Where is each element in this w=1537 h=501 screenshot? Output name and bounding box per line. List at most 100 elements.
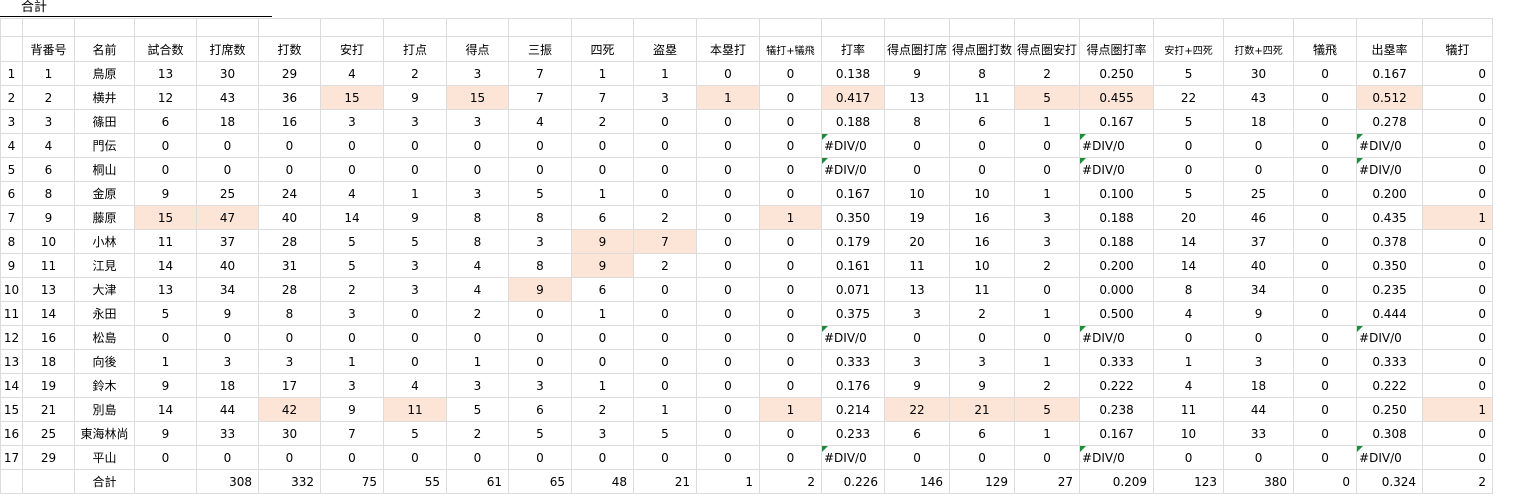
table-cell[interactable]: 2 <box>446 421 509 446</box>
table-cell[interactable]: 0 <box>1014 157 1081 182</box>
table-cell[interactable]: 小林 <box>74 229 135 254</box>
table-cell[interactable]: 8 <box>258 301 321 326</box>
table-cell[interactable]: 5 <box>508 181 572 206</box>
table-cell[interactable]: 3 <box>633 85 697 110</box>
table-cell[interactable]: 2 <box>633 253 697 278</box>
table-cell[interactable]: 7 <box>633 229 697 254</box>
table-cell[interactable]: 5 <box>320 229 384 254</box>
table-cell[interactable]: 9 <box>508 277 572 302</box>
table-cell[interactable]: 0 <box>633 373 697 398</box>
sheet-cell[interactable] <box>134 18 197 37</box>
table-cell[interactable]: 0.161 <box>821 253 885 278</box>
table-cell[interactable]: 0 <box>1422 421 1494 446</box>
table-cell[interactable]: 8 <box>508 205 572 230</box>
table-cell[interactable]: 4 <box>22 133 75 158</box>
row-number[interactable]: 6 <box>0 181 23 206</box>
table-cell[interactable]: 18 <box>196 373 259 398</box>
table-cell[interactable]: 8 <box>1153 277 1225 302</box>
total-cell[interactable]: 332 <box>258 469 321 494</box>
sheet-cell[interactable] <box>0 18 23 37</box>
table-cell[interactable]: 0.308 <box>1356 421 1424 446</box>
table-cell[interactable]: 0 <box>759 445 822 470</box>
table-cell[interactable]: #DIV/0 <box>1079 445 1155 470</box>
column-header[interactable]: 盗塁 <box>633 36 697 62</box>
table-cell[interactable]: 0 <box>759 109 822 134</box>
row-number[interactable]: 10 <box>0 277 23 302</box>
table-cell[interactable]: 大津 <box>74 277 135 302</box>
table-cell[interactable]: 5 <box>1153 61 1225 86</box>
table-cell[interactable]: 5 <box>320 253 384 278</box>
table-cell[interactable]: 0.238 <box>1079 397 1155 422</box>
table-cell[interactable]: 5 <box>1153 109 1225 134</box>
total-cell[interactable]: 1 <box>696 469 760 494</box>
table-cell[interactable]: #DIV/0 <box>1079 133 1155 158</box>
total-label[interactable]: 合計 <box>74 469 135 494</box>
table-cell[interactable]: 0 <box>883 445 951 470</box>
table-cell[interactable]: 40 <box>258 205 321 230</box>
table-cell[interactable]: 0 <box>571 157 634 182</box>
row-number[interactable]: 14 <box>0 373 23 398</box>
table-cell[interactable]: 0 <box>1293 349 1358 374</box>
table-cell[interactable]: 3 <box>320 373 384 398</box>
table-cell[interactable]: 0 <box>1293 253 1358 278</box>
table-cell[interactable]: 9 <box>134 181 197 206</box>
table-cell[interactable]: 1 <box>1014 109 1081 134</box>
column-header[interactable]: 三振 <box>508 36 572 62</box>
column-header[interactable]: 安打+四死 <box>1153 36 1225 62</box>
table-cell[interactable]: 1 <box>383 181 447 206</box>
table-cell[interactable]: 43 <box>196 85 259 110</box>
table-cell[interactable]: 3 <box>383 109 447 134</box>
sheet-cell[interactable] <box>821 18 885 37</box>
table-cell[interactable]: 20 <box>883 229 951 254</box>
table-cell[interactable]: 0 <box>696 205 760 230</box>
table-cell[interactable]: 9 <box>134 421 197 446</box>
table-cell[interactable]: 5 <box>383 421 447 446</box>
table-cell[interactable]: 0 <box>1293 421 1358 446</box>
table-cell[interactable]: 16 <box>949 205 1016 230</box>
table-cell[interactable]: 4 <box>508 109 572 134</box>
table-cell[interactable]: 0 <box>633 301 697 326</box>
total-cell[interactable] <box>22 469 75 494</box>
table-cell[interactable]: 0 <box>1014 325 1081 350</box>
sheet-cell[interactable] <box>949 18 1016 37</box>
table-cell[interactable]: 30 <box>1223 61 1295 86</box>
column-header[interactable]: 打席数 <box>196 36 259 62</box>
total-cell[interactable]: 0.324 <box>1356 469 1424 494</box>
table-cell[interactable]: 向後 <box>74 349 135 374</box>
table-cell[interactable]: 0 <box>1422 181 1494 206</box>
table-cell[interactable]: 0 <box>1293 109 1358 134</box>
table-cell[interactable]: 0 <box>1014 133 1081 158</box>
sheet-cell[interactable] <box>446 18 509 37</box>
table-cell[interactable]: 18 <box>1223 109 1295 134</box>
row-number[interactable]: 2 <box>0 85 23 110</box>
table-cell[interactable]: 0.500 <box>1079 301 1155 326</box>
table-cell[interactable]: 0.000 <box>1079 277 1155 302</box>
table-cell[interactable]: 29 <box>258 61 321 86</box>
table-cell[interactable]: 0 <box>883 157 951 182</box>
table-cell[interactable]: 0 <box>696 373 760 398</box>
table-cell[interactable]: 17 <box>258 373 321 398</box>
table-cell[interactable]: 4 <box>446 277 509 302</box>
sheet-cell[interactable] <box>883 18 951 37</box>
table-cell[interactable]: 0.278 <box>1356 109 1424 134</box>
table-cell[interactable]: 0 <box>633 133 697 158</box>
table-cell[interactable]: 5 <box>508 421 572 446</box>
table-cell[interactable]: 0 <box>196 133 259 158</box>
table-cell[interactable]: 11 <box>1153 397 1225 422</box>
table-cell[interactable]: 31 <box>258 253 321 278</box>
table-cell[interactable]: 13 <box>134 61 197 86</box>
table-cell[interactable]: 9 <box>883 61 951 86</box>
column-header[interactable]: 本塁打 <box>696 36 760 62</box>
table-cell[interactable]: 0 <box>1422 109 1494 134</box>
row-number[interactable]: 12 <box>0 325 23 350</box>
column-header[interactable]: 出塁率 <box>1356 36 1424 62</box>
table-cell[interactable]: 鳥原 <box>74 61 135 86</box>
table-cell[interactable]: 別島 <box>74 397 135 422</box>
table-cell[interactable]: 0 <box>1422 61 1494 86</box>
column-header[interactable]: 安打 <box>320 36 384 62</box>
table-cell[interactable]: 2 <box>22 85 75 110</box>
table-cell[interactable]: 3 <box>1014 205 1081 230</box>
table-cell[interactable]: 25 <box>1223 181 1295 206</box>
table-cell[interactable]: 40 <box>196 253 259 278</box>
table-cell[interactable]: 横井 <box>74 85 135 110</box>
